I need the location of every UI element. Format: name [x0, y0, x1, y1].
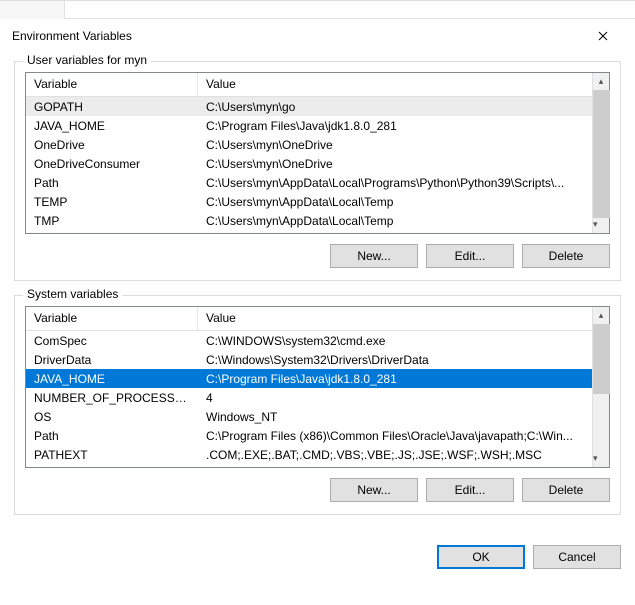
value-cell: C:\Program Files\Java\jdk1.8.0_281	[198, 117, 609, 135]
table-row[interactable]: OneDriveC:\Users\myn\OneDrive	[26, 135, 609, 154]
variable-cell: ComSpec	[26, 332, 198, 350]
variable-cell: Path	[26, 174, 198, 192]
variable-cell: OS	[26, 408, 198, 426]
ok-button[interactable]: OK	[437, 545, 525, 569]
value-cell: C:\Users\myn\go	[198, 98, 609, 116]
env-vars-dialog: Environment Variables User variables for…	[0, 0, 635, 605]
user-variables-grid[interactable]: Variable Value GOPATHC:\Users\myn\goJAVA…	[25, 72, 610, 234]
scroll-down-icon[interactable]: ▾	[593, 216, 598, 233]
variable-cell: OneDriveConsumer	[26, 155, 198, 173]
col-header-value[interactable]: Value	[198, 73, 609, 96]
table-row[interactable]: JAVA_HOMEC:\Program Files\Java\jdk1.8.0_…	[26, 369, 609, 388]
variable-cell: PATHEXT	[26, 446, 198, 464]
table-row[interactable]: ComSpecC:\WINDOWS\system32\cmd.exe	[26, 331, 609, 350]
user-variables-legend: User variables for myn	[23, 53, 151, 67]
value-cell: C:\Windows\System32\Drivers\DriverData	[198, 351, 609, 369]
variable-cell: GOPATH	[26, 98, 198, 116]
parent-window-chrome	[0, 1, 635, 19]
variable-cell: NUMBER_OF_PROCESSORS	[26, 389, 198, 407]
table-row[interactable]: TMPC:\Users\myn\AppData\Local\Temp	[26, 211, 609, 230]
value-cell: C:\Users\myn\AppData\Local\Programs\Pyth…	[198, 174, 609, 192]
value-cell: C:\Users\myn\AppData\Local\Temp	[198, 193, 609, 211]
variable-cell: TEMP	[26, 193, 198, 211]
system-grid-header: Variable Value	[26, 307, 609, 331]
value-cell: 4	[198, 389, 609, 407]
system-new-button[interactable]: New...	[330, 478, 418, 502]
table-row[interactable]: JAVA_HOMEC:\Program Files\Java\jdk1.8.0_…	[26, 116, 609, 135]
user-grid-header: Variable Value	[26, 73, 609, 97]
system-edit-button[interactable]: Edit...	[426, 478, 514, 502]
table-row[interactable]: PATHEXT.COM;.EXE;.BAT;.CMD;.VBS;.VBE;.JS…	[26, 445, 609, 464]
system-grid-body[interactable]: ComSpecC:\WINDOWS\system32\cmd.exeDriver…	[26, 331, 609, 467]
value-cell: Windows_NT	[198, 408, 609, 426]
titlebar: Environment Variables	[0, 19, 635, 55]
variable-cell: JAVA_HOME	[26, 117, 198, 135]
user-delete-button[interactable]: Delete	[522, 244, 610, 268]
scroll-thumb[interactable]	[593, 324, 610, 394]
col-header-variable[interactable]: Variable	[26, 307, 198, 330]
col-header-value[interactable]: Value	[198, 307, 609, 330]
value-cell: C:\WINDOWS\system32\cmd.exe	[198, 332, 609, 350]
scroll-up-icon[interactable]: ▴	[593, 307, 609, 324]
variable-cell: JAVA_HOME	[26, 370, 198, 388]
user-scrollbar[interactable]: ▴ ▾	[592, 73, 609, 233]
system-variables-group: System variables Variable Value ComSpecC…	[14, 295, 621, 515]
value-cell: C:\Program Files\Java\jdk1.8.0_281	[198, 370, 609, 388]
close-icon	[598, 31, 608, 41]
user-grid-body[interactable]: GOPATHC:\Users\myn\goJAVA_HOMEC:\Program…	[26, 97, 609, 233]
value-cell: C:\Users\myn\OneDrive	[198, 155, 609, 173]
col-header-variable[interactable]: Variable	[26, 73, 198, 96]
value-cell: C:\Users\myn\OneDrive	[198, 136, 609, 154]
variable-cell: TMP	[26, 212, 198, 230]
window-title: Environment Variables	[12, 29, 132, 43]
variable-cell: OneDrive	[26, 136, 198, 154]
system-variables-grid[interactable]: Variable Value ComSpecC:\WINDOWS\system3…	[25, 306, 610, 468]
value-cell: C:\Users\myn\AppData\Local\Temp	[198, 212, 609, 230]
table-row[interactable]: OneDriveConsumerC:\Users\myn\OneDrive	[26, 154, 609, 173]
system-delete-button[interactable]: Delete	[522, 478, 610, 502]
table-row[interactable]: DriverDataC:\Windows\System32\Drivers\Dr…	[26, 350, 609, 369]
table-row[interactable]: OSWindows_NT	[26, 407, 609, 426]
table-row[interactable]: NUMBER_OF_PROCESSORS4	[26, 388, 609, 407]
dialog-footer: OK Cancel	[0, 541, 635, 583]
table-row[interactable]: PathC:\Users\myn\AppData\Local\Programs\…	[26, 173, 609, 192]
variable-cell: Path	[26, 427, 198, 445]
system-scrollbar[interactable]: ▴ ▾	[592, 307, 609, 467]
variable-cell: DriverData	[26, 351, 198, 369]
table-row[interactable]: TEMPC:\Users\myn\AppData\Local\Temp	[26, 192, 609, 211]
value-cell: .COM;.EXE;.BAT;.CMD;.VBS;.VBE;.JS;.JSE;.…	[198, 446, 609, 464]
scroll-down-icon[interactable]: ▾	[593, 450, 598, 467]
cancel-button[interactable]: Cancel	[533, 545, 621, 569]
close-button[interactable]	[583, 30, 623, 43]
user-variables-group: User variables for myn Variable Value GO…	[14, 61, 621, 281]
scroll-thumb[interactable]	[593, 90, 610, 218]
user-new-button[interactable]: New...	[330, 244, 418, 268]
table-row[interactable]: GOPATHC:\Users\myn\go	[26, 97, 609, 116]
value-cell: C:\Program Files (x86)\Common Files\Orac…	[198, 427, 609, 445]
system-variables-legend: System variables	[23, 287, 122, 301]
user-edit-button[interactable]: Edit...	[426, 244, 514, 268]
table-row[interactable]: PathC:\Program Files (x86)\Common Files\…	[26, 426, 609, 445]
scroll-up-icon[interactable]: ▴	[593, 73, 609, 90]
